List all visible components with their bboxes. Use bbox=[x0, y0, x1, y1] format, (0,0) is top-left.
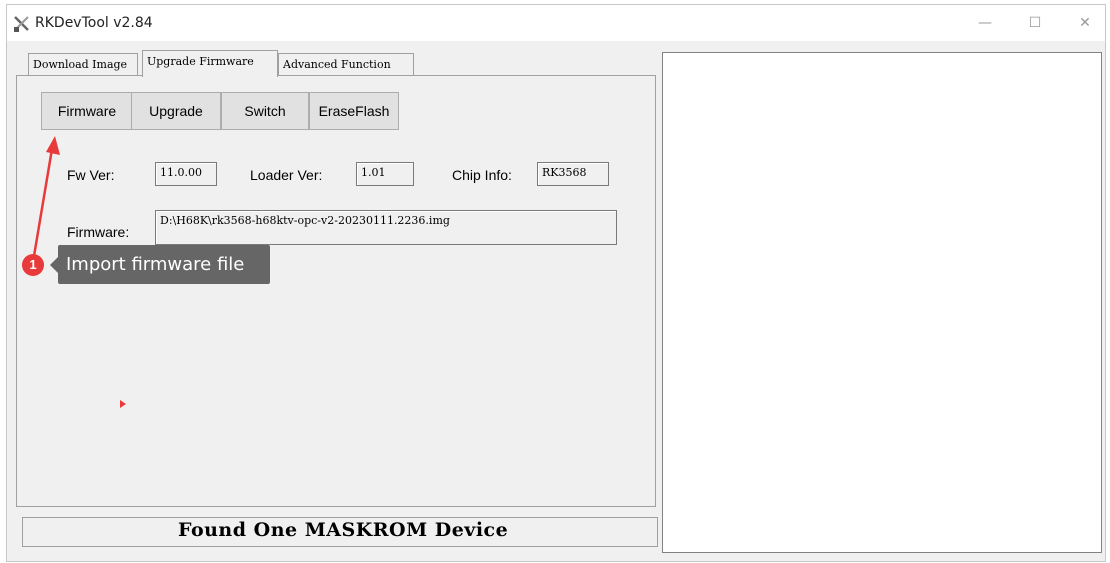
tooltip-pointer bbox=[50, 257, 58, 273]
firmware-path-label: Firmware: bbox=[67, 224, 130, 240]
tab-advanced-function[interactable]: Advanced Function bbox=[278, 53, 414, 76]
app-tools-icon bbox=[14, 16, 29, 32]
eraseflash-button[interactable]: EraseFlash bbox=[309, 92, 399, 130]
fw-ver-label: Fw Ver: bbox=[67, 167, 115, 183]
log-output-panel[interactable] bbox=[662, 52, 1102, 553]
upgrade-firmware-panel: Firmware Upgrade Switch EraseFlash Fw Ve… bbox=[16, 75, 656, 507]
red-pointer-marker bbox=[120, 400, 126, 408]
chip-info-field: RK3568 bbox=[537, 162, 609, 186]
chip-info-label: Chip Info: bbox=[452, 167, 512, 183]
tab-download-image[interactable]: Download Image bbox=[28, 53, 138, 76]
status-text: Found One MASKROM Device bbox=[178, 519, 509, 541]
upgrade-button[interactable]: Upgrade bbox=[131, 92, 221, 130]
minimize-button[interactable]: — bbox=[975, 13, 995, 33]
fw-ver-field: 11.0.00 bbox=[155, 162, 217, 186]
annotation-tooltip: Import firmware file bbox=[58, 245, 270, 284]
switch-button[interactable]: Switch bbox=[221, 92, 309, 130]
title-bar: RKDevTool v2.84 — ☐ ✕ bbox=[7, 5, 1105, 41]
loader-ver-field: 1.01 bbox=[356, 162, 414, 186]
loader-ver-label: Loader Ver: bbox=[250, 167, 323, 183]
firmware-path-field[interactable]: D:\H68K\rk3568-h68ktv-opc-v2-20230111.22… bbox=[155, 210, 617, 245]
tab-upgrade-firmware[interactable]: Upgrade Firmware bbox=[142, 50, 278, 77]
close-button[interactable]: ✕ bbox=[1075, 13, 1095, 33]
firmware-button[interactable]: Firmware bbox=[41, 92, 133, 130]
step-number-badge: 1 bbox=[22, 254, 44, 276]
window-title: RKDevTool v2.84 bbox=[35, 15, 153, 31]
maximize-button[interactable]: ☐ bbox=[1025, 13, 1045, 33]
